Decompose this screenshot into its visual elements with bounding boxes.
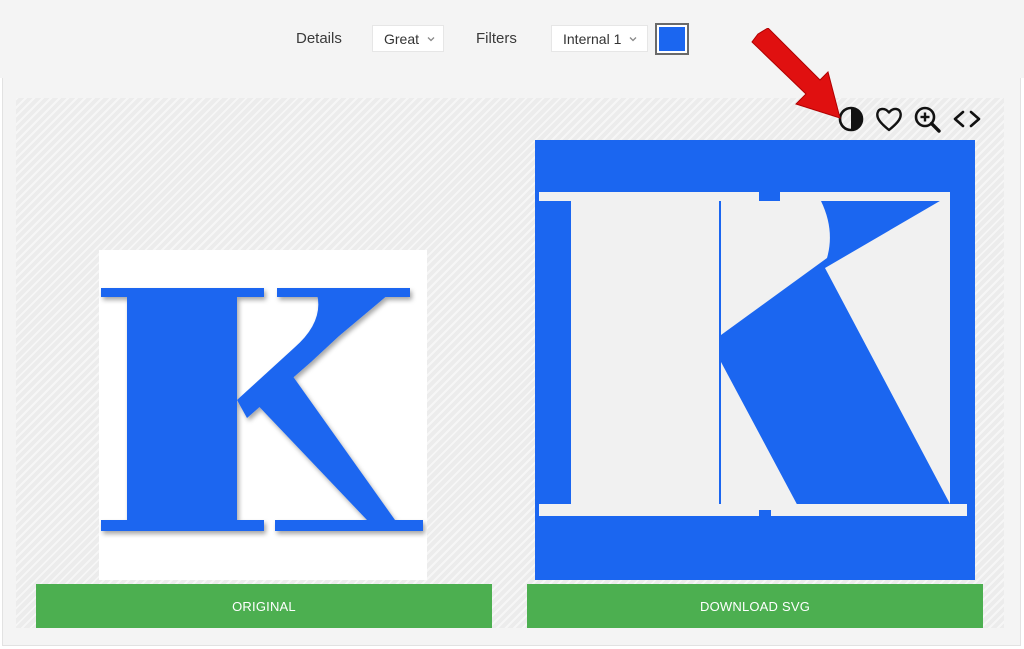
chevron-down-icon [629,36,637,41]
original-button[interactable]: ORIGINAL [36,584,492,628]
vector-k-image [535,140,975,580]
chevron-down-icon [427,36,435,41]
details-select-value: Great [384,30,420,47]
annotation-arrow-icon [751,28,841,119]
color-picker[interactable] [655,23,689,55]
original-preview [99,250,427,580]
details-label: Details [296,30,342,47]
filters-select[interactable]: Internal 1 [551,25,648,52]
original-k-image [101,288,423,531]
heart-icon[interactable] [874,103,904,135]
filters-select-value: Internal 1 [563,30,622,47]
zoom-in-icon[interactable] [912,103,942,135]
filters-label: Filters [476,30,517,47]
vector-preview [535,140,975,580]
toolbar: Details Great Filters Internal 1 [0,0,1024,78]
code-icon[interactable] [950,103,984,135]
download-svg-button[interactable]: DOWNLOAD SVG [527,584,983,628]
details-select[interactable]: Great [372,25,444,52]
color-swatch-fill [659,27,685,51]
